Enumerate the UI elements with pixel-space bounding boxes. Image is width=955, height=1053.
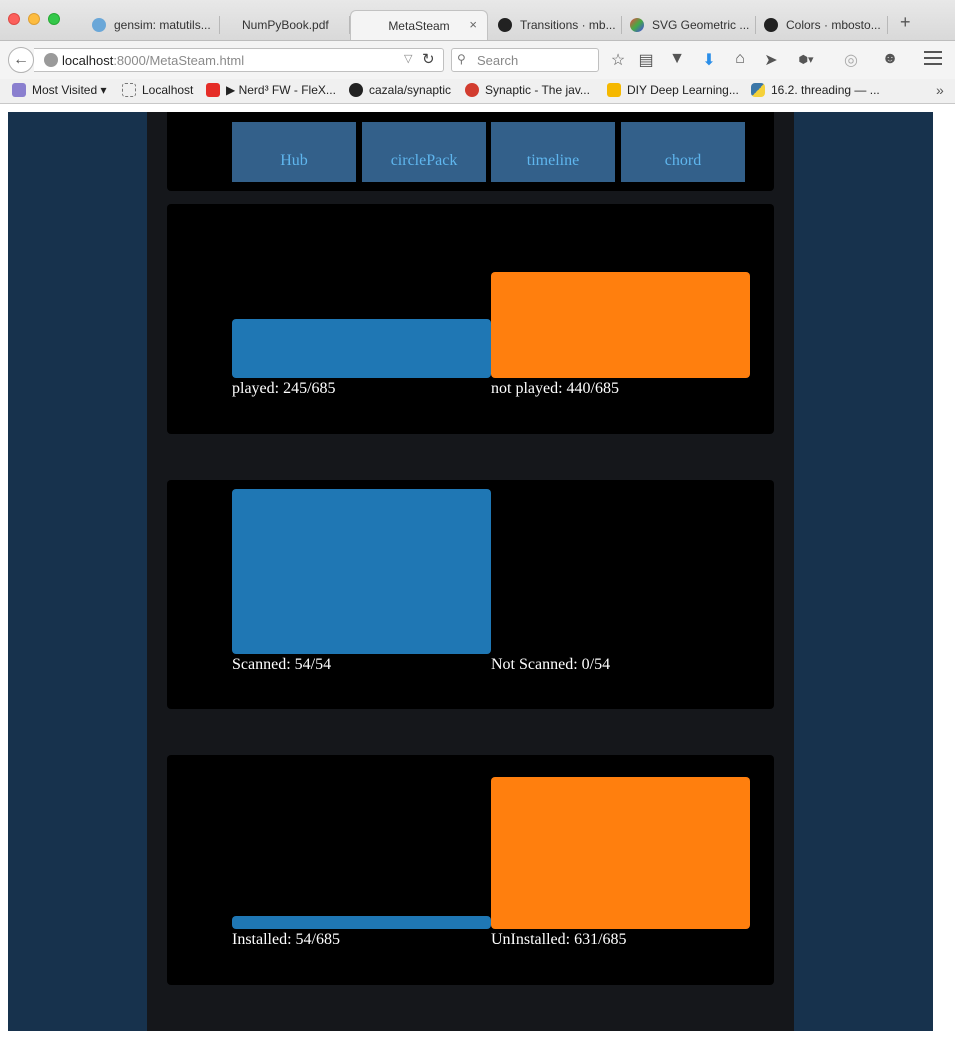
github-icon xyxy=(349,83,363,97)
browser-tab[interactable]: Transitions · mb... xyxy=(494,10,622,40)
python-icon xyxy=(751,83,765,97)
github-icon xyxy=(498,18,512,32)
bookmark-label: 16.2. threading — ... xyxy=(771,83,880,97)
bar-label-played: played: 245/685 xyxy=(232,380,336,397)
globe-icon xyxy=(92,18,106,32)
search-input[interactable] xyxy=(451,48,599,72)
youtube-icon xyxy=(206,83,220,97)
browser-tab[interactable]: SVG Geometric ... xyxy=(628,10,756,40)
bookmark-label: DIY Deep Learning... xyxy=(627,83,739,97)
browser-tab-active[interactable]: MetaSteam × xyxy=(350,10,488,40)
home-icon[interactable]: ⌂ xyxy=(730,50,750,68)
browser-tab[interactable]: gensim: matutils... xyxy=(88,10,220,40)
reload-icon[interactable]: ↻ xyxy=(422,50,435,68)
bookmark-label: Localhost xyxy=(142,83,194,97)
bookmark-most-visited[interactable]: Most Visited ▾ xyxy=(12,83,107,97)
tab-title: MetaSteam xyxy=(388,18,450,33)
page-viewport: Hub circlePack timeline chord played: 24… xyxy=(8,112,933,1031)
bar-played xyxy=(232,319,491,378)
nav-tab-chord[interactable]: chord xyxy=(621,122,745,182)
tab-title: SVG Geometric ... xyxy=(652,18,750,32)
bar-label-installed: Installed: 54/685 xyxy=(232,931,340,948)
bar-label-uninstalled: UnInstalled: 631/685 xyxy=(491,931,627,948)
extension-circle-icon[interactable]: ◎ xyxy=(841,50,861,70)
tab-title: gensim: matutils... xyxy=(114,18,211,32)
bookmark-label: cazala/synaptic xyxy=(369,83,452,97)
new-tab-button[interactable]: + xyxy=(900,12,911,33)
bookmark-localhost[interactable]: Localhost xyxy=(122,83,193,97)
hamburger-menu-icon[interactable] xyxy=(924,51,942,69)
url-host: localhost xyxy=(62,53,114,68)
bookmark-synaptic[interactable]: Synaptic - The jav... xyxy=(465,83,590,97)
browser-tab[interactable]: NumPyBook.pdf xyxy=(220,10,350,40)
smiley-icon[interactable]: ☻ xyxy=(880,50,900,68)
pocket-icon[interactable]: ▼ xyxy=(667,50,687,68)
zoom-window-button[interactable] xyxy=(48,13,60,25)
download-icon[interactable]: ⬇ xyxy=(699,50,719,70)
adblock-icon[interactable]: ⬢▾ xyxy=(796,53,816,66)
bar-uninstalled xyxy=(491,777,750,929)
github-icon xyxy=(764,18,778,32)
bar-label-not-played: not played: 440/685 xyxy=(491,380,619,397)
search-placeholder: Search xyxy=(477,53,519,68)
chart-panel-played: played: 245/685 not played: 440/685 xyxy=(167,204,774,434)
synaptic-icon xyxy=(465,83,479,97)
page-icon xyxy=(122,83,136,97)
bookmark-synaptic-github[interactable]: cazala/synaptic xyxy=(349,83,451,97)
close-window-button[interactable] xyxy=(8,13,20,25)
chart-panel-installed: Installed: 54/685 UnInstalled: 631/685 xyxy=(167,755,774,985)
tab-title: NumPyBook.pdf xyxy=(242,18,329,32)
nav-tab-hub[interactable]: Hub xyxy=(232,122,356,182)
close-tab-icon[interactable]: × xyxy=(469,17,477,32)
slides-icon xyxy=(607,83,621,97)
bookmark-youtube[interactable]: ▶ Nerd³ FW - FleX... xyxy=(206,83,336,97)
window-titlebar: gensim: matutils... NumPyBook.pdf MetaSt… xyxy=(0,0,955,41)
bookmark-star-icon[interactable]: ☆ xyxy=(608,50,628,70)
reading-list-icon[interactable]: ▤ xyxy=(636,50,656,70)
nav-tab-timeline[interactable]: timeline xyxy=(491,122,615,182)
tab-title: Transitions · mb... xyxy=(520,18,616,32)
bookmark-label: ▶ Nerd³ FW - FleX... xyxy=(226,83,336,97)
bar-scanned xyxy=(232,489,491,654)
bookmark-diy-deep-learning[interactable]: DIY Deep Learning... xyxy=(607,83,739,97)
bookmark-label: Most Visited ▾ xyxy=(32,83,107,97)
search-icon: ⚲ xyxy=(457,52,466,66)
nav-panel: Hub circlePack timeline chord xyxy=(167,112,774,191)
chevron-down-icon[interactable]: ▽ xyxy=(404,52,412,65)
installed-chart: Installed: 54/685 UnInstalled: 631/685 xyxy=(167,755,774,985)
bar-label-scanned: Scanned: 54/54 xyxy=(232,656,332,673)
more-bookmarks-icon[interactable]: » xyxy=(936,82,944,98)
browser-tab[interactable]: Colors · mbosto... xyxy=(762,10,888,40)
svg-shapes-icon xyxy=(630,18,644,32)
content-column: Hub circlePack timeline chord played: 24… xyxy=(147,112,794,1031)
bar-label-not-scanned: Not Scanned: 0/54 xyxy=(491,656,611,673)
bookmark-label: Synaptic - The jav... xyxy=(485,83,590,97)
folder-icon xyxy=(12,83,26,97)
bar-not-played xyxy=(491,272,750,378)
played-chart: played: 245/685 not played: 440/685 xyxy=(167,204,774,434)
site-info-icon[interactable] xyxy=(44,53,58,67)
scanned-chart: Scanned: 54/54 Not Scanned: 0/54 xyxy=(167,480,774,710)
send-icon[interactable]: ➤ xyxy=(761,50,781,70)
bookmark-threading[interactable]: 16.2. threading — ... xyxy=(751,83,880,97)
minimize-window-button[interactable] xyxy=(28,13,40,25)
chart-panel-scanned: Scanned: 54/54 Not Scanned: 0/54 xyxy=(167,480,774,709)
nav-tab-circlepack[interactable]: circlePack xyxy=(362,122,486,182)
tab-title: Colors · mbosto... xyxy=(786,18,881,32)
url-path: :8000/MetaSteam.html xyxy=(113,53,245,68)
url-text[interactable]: localhost:8000/MetaSteam.html xyxy=(62,53,244,68)
back-arrow-icon[interactable]: ← xyxy=(8,47,34,73)
bar-installed xyxy=(232,916,491,929)
